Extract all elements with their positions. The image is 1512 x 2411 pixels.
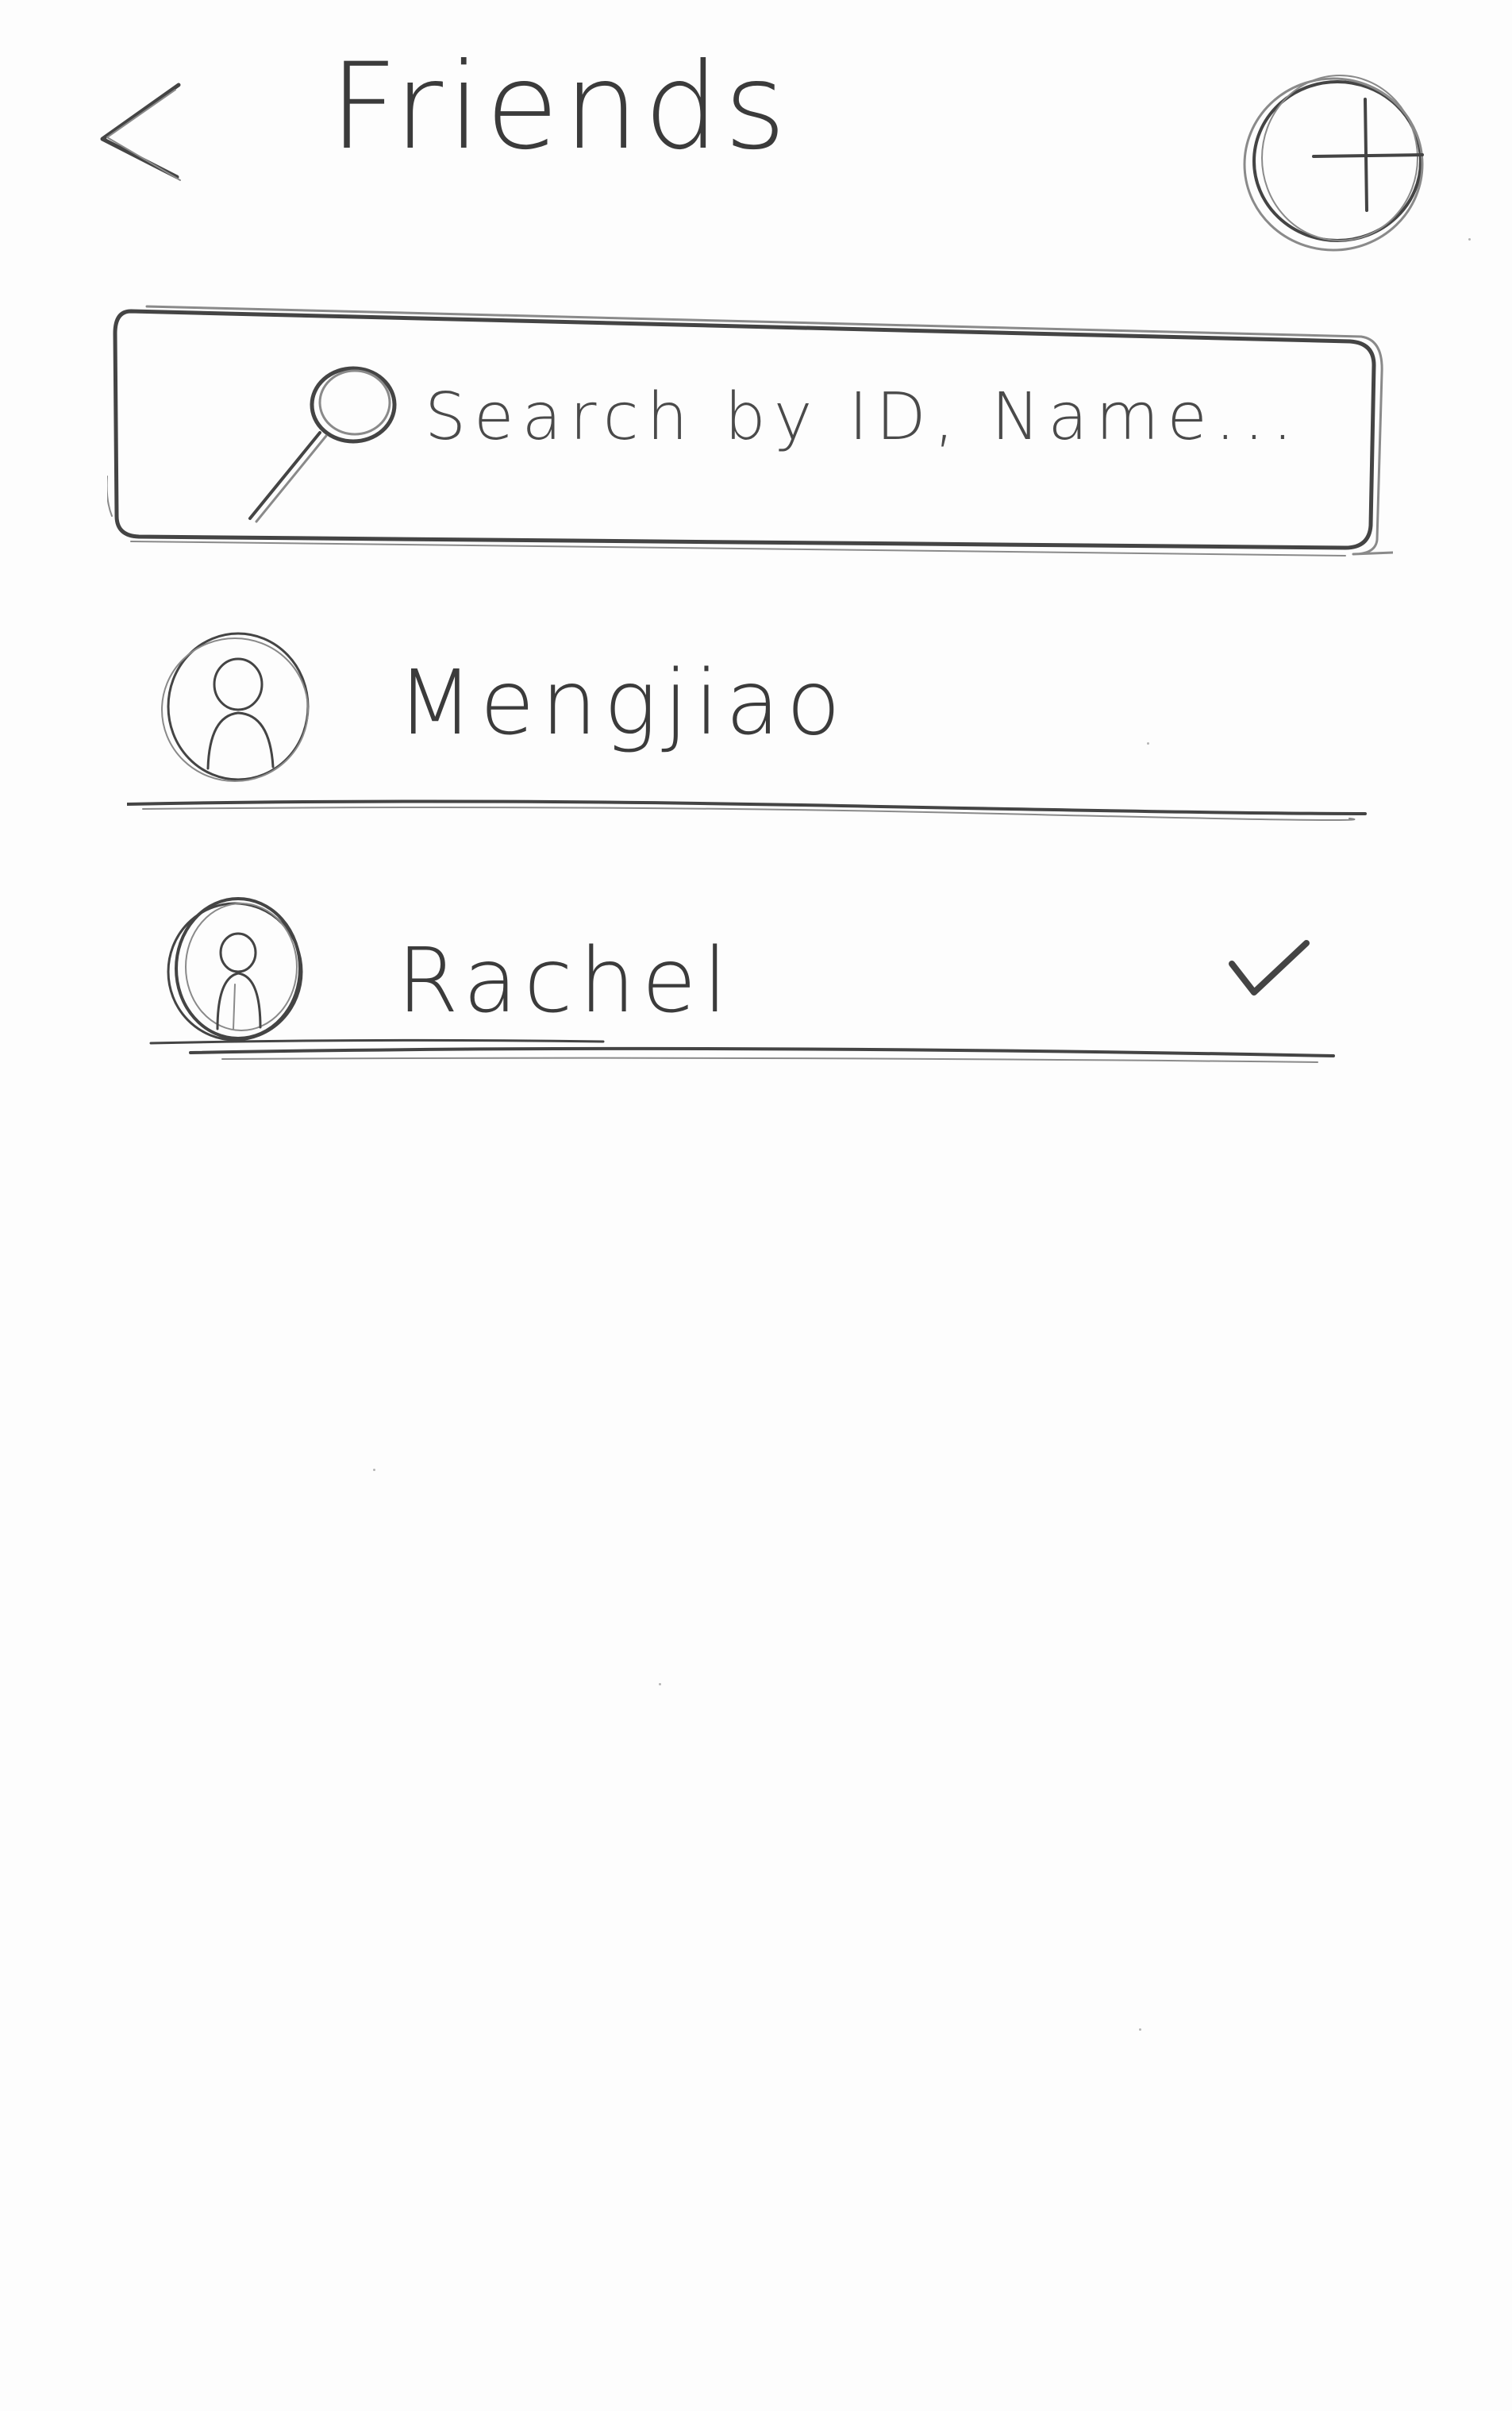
magnifier-icon — [248, 366, 397, 523]
list-item[interactable]: Mengjiao — [127, 603, 1381, 849]
checkmark-icon — [1229, 940, 1310, 996]
user-avatar-icon — [161, 632, 310, 782]
friend-name: Rachel — [397, 930, 734, 1033]
chevron-left-icon — [100, 83, 181, 181]
paper-speck — [373, 1469, 375, 1471]
search-placeholder: Search by ID, Name... — [425, 379, 1301, 455]
plus-circle-icon — [1243, 75, 1424, 252]
page-title: Friends — [329, 38, 791, 176]
paper-speck — [1468, 238, 1471, 241]
row-divider — [149, 1038, 1335, 1063]
friend-name: Mengjiao — [397, 652, 848, 755]
list-item[interactable]: Rachel — [127, 873, 1381, 1111]
add-friend-button[interactable] — [1238, 67, 1433, 258]
paper-speck — [1139, 2028, 1141, 2031]
friends-screen: { "header": { "back_icon": "chevron-left… — [0, 0, 1512, 2411]
paper-speck — [659, 1683, 661, 1685]
search-input[interactable]: Search by ID, Name... — [107, 302, 1393, 564]
paper-speck — [1147, 742, 1149, 745]
back-button[interactable] — [91, 75, 194, 194]
user-avatar-icon — [167, 897, 303, 1042]
row-divider — [127, 799, 1367, 821]
